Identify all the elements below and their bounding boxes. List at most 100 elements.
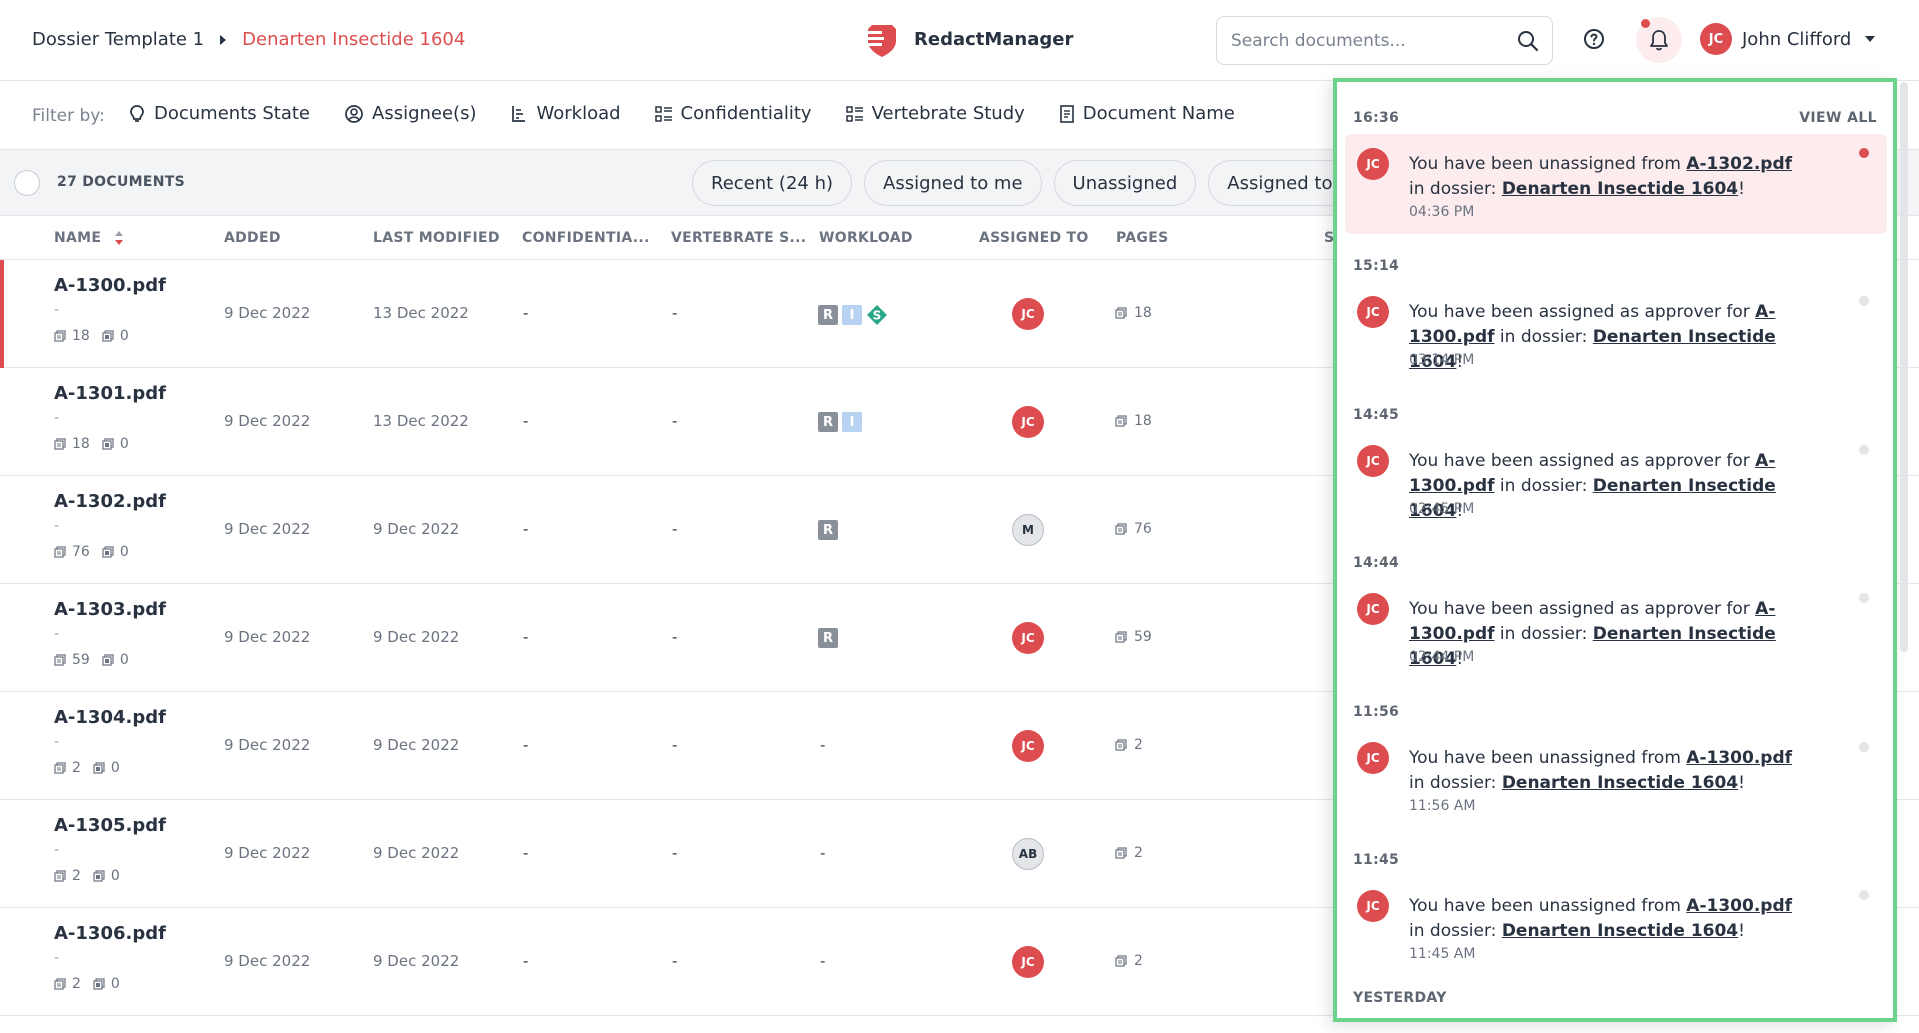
assignee-avatar[interactable]: AB [1012, 838, 1044, 870]
notification-item[interactable]: JC You have been unassigned from A-1300.p… [1345, 876, 1887, 976]
pages-icon [54, 330, 66, 342]
added-date: 9 Dec 2022 [224, 952, 311, 970]
filter-confidentiality[interactable]: Confidentiality [654, 103, 812, 124]
column-vertebrate-study[interactable]: VERTEBRATE S... [671, 230, 806, 246]
file-name[interactable]: A-1303.pdf [54, 599, 166, 620]
notification-message: You have been unassigned from A-1302.pdf… [1409, 152, 1809, 202]
column-last-modified[interactable]: LAST MODIFIED [373, 230, 500, 246]
file-name[interactable]: A-1305.pdf [54, 815, 166, 836]
mark-read-toggle[interactable] [1859, 445, 1869, 455]
view-all-button[interactable]: VIEW ALL [1799, 110, 1877, 126]
user-menu[interactable]: JC John Clifford [1700, 23, 1876, 55]
filter-assignees-label: Assignee(s) [372, 103, 477, 124]
assignee-avatar[interactable]: JC [1012, 730, 1044, 762]
file-name[interactable]: A-1306.pdf [54, 923, 166, 944]
dossier-link[interactable]: Denarten Insectide 1604 [1502, 921, 1738, 941]
notification-item[interactable]: JC You have been assigned as approver for… [1345, 282, 1887, 382]
notification-item[interactable]: JC You have been assigned as approver for… [1345, 579, 1887, 679]
annotations-icon [93, 978, 105, 990]
message-text: in dossier: [1409, 773, 1502, 793]
mark-read-toggle[interactable] [1859, 742, 1869, 752]
workload-cell: R [818, 628, 842, 648]
file-subtitle: - [54, 518, 60, 534]
filter-documents-state-label: Documents State [154, 103, 310, 124]
file-name[interactable]: A-1300.pdf [54, 275, 166, 296]
notifications-button[interactable] [1636, 17, 1682, 63]
column-added[interactable]: ADDED [224, 230, 281, 246]
filter-vertebrate-study-label: Vertebrate Study [871, 103, 1025, 124]
dossier-link[interactable]: Denarten Insectide 1604 [1502, 179, 1738, 199]
scrollbar[interactable] [1900, 82, 1908, 652]
notification-item[interactable]: JC You have been assigned as approver for… [1345, 431, 1887, 531]
file-link[interactable]: A-1300.pdf [1686, 896, 1792, 916]
filter-vertebrate-study[interactable]: Vertebrate Study [845, 103, 1025, 124]
dossier-link[interactable]: Denarten Insectide 1604 [1502, 773, 1738, 793]
assignee-avatar[interactable]: JC [1012, 406, 1044, 438]
mark-read-toggle[interactable] [1859, 593, 1869, 603]
assignee-avatar[interactable]: JC [1012, 298, 1044, 330]
notification-avatar: JC [1357, 148, 1389, 180]
chevron-down-icon [1865, 36, 1876, 42]
brand-name: RedactManager [914, 28, 1074, 50]
mark-read-toggle[interactable] [1859, 296, 1869, 306]
file-subtitle: - [54, 950, 60, 966]
notification-timestamp: 02:44 PM [1409, 649, 1475, 665]
column-workload[interactable]: WORKLOAD [819, 230, 913, 246]
workload-cell: - [820, 736, 826, 754]
column-name[interactable]: NAME [54, 230, 124, 246]
file-page-count: 2 [72, 760, 81, 776]
brand[interactable]: RedactManager [862, 19, 1073, 59]
pages-count: 2 [1134, 737, 1143, 753]
workload-i-tag: I [842, 305, 862, 325]
notification-item[interactable]: JC You have been unassigned from A-1302.p… [1345, 134, 1887, 234]
pages-icon [1115, 739, 1127, 751]
file-name[interactable]: A-1302.pdf [54, 491, 166, 512]
notification-item[interactable]: JC You have been unassigned from A-1300.p… [1345, 728, 1887, 828]
column-confidentiality[interactable]: CONFIDENTIA... [522, 230, 650, 246]
pages-icon [54, 438, 66, 450]
filter-assignees[interactable]: Assignee(s) [344, 103, 476, 124]
confidentiality-value: - [523, 520, 529, 538]
file-name[interactable]: A-1301.pdf [54, 383, 166, 404]
filter-document-name[interactable]: Document Name [1059, 103, 1235, 124]
notification-timestamp: 03:14 PM [1409, 352, 1475, 368]
help-icon[interactable] [1582, 27, 1606, 51]
file-page-count: 18 [72, 328, 90, 344]
file-subtitle: - [54, 410, 60, 426]
file-name[interactable]: A-1304.pdf [54, 707, 166, 728]
breadcrumb-dossier-template[interactable]: Dossier Template 1 [32, 29, 204, 50]
added-date: 9 Dec 2022 [224, 412, 311, 430]
filter-workload[interactable]: Workload [510, 103, 621, 124]
mark-read-toggle[interactable] [1859, 890, 1869, 900]
breadcrumb-dossier[interactable]: Denarten Insectide 1604 [242, 29, 465, 50]
workload-r-tag: R [818, 628, 838, 648]
assignee-avatar[interactable]: JC [1012, 622, 1044, 654]
workload-icon [512, 105, 526, 122]
file-link[interactable]: A-1302.pdf [1686, 154, 1792, 174]
last-modified-date: 9 Dec 2022 [373, 520, 460, 538]
column-pages[interactable]: PAGES [1116, 230, 1168, 246]
svg-text:S: S [873, 309, 882, 323]
assignee-avatar[interactable]: JC [1012, 946, 1044, 978]
assignee-avatar[interactable]: M [1012, 514, 1044, 546]
file-annotation-count: 0 [119, 328, 129, 344]
search-input[interactable] [1231, 30, 1501, 51]
file-meta: 76 0 [54, 544, 141, 560]
quick-filter-assigned-to-me[interactable]: Assigned to me [864, 160, 1042, 206]
vertebrate-study-value: - [672, 844, 678, 862]
message-text: You have been assigned as approver for [1409, 302, 1756, 322]
added-date: 9 Dec 2022 [224, 628, 311, 646]
file-link[interactable]: A-1300.pdf [1686, 748, 1792, 768]
file-page-count: 18 [72, 436, 90, 452]
message-text: You have been unassigned from [1409, 154, 1687, 174]
column-assigned-to[interactable]: ASSIGNED TO [979, 230, 1089, 246]
quick-filter-recent[interactable]: Recent (24 h) [692, 160, 853, 206]
pages-count: 2 [1134, 953, 1143, 969]
mark-read-toggle[interactable] [1859, 148, 1869, 158]
quick-filter-unassigned[interactable]: Unassigned [1053, 160, 1197, 206]
added-date: 9 Dec 2022 [224, 304, 311, 322]
notification-timestamp: 11:45 AM [1409, 946, 1476, 962]
search-icon[interactable] [1516, 29, 1540, 53]
filter-documents-state[interactable]: Documents State [128, 103, 310, 124]
select-all-checkbox[interactable] [14, 170, 40, 196]
